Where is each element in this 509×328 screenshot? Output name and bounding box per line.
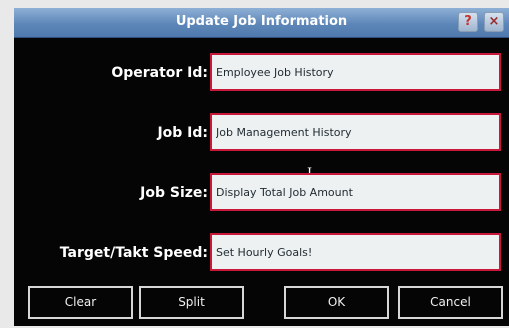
target-speed-label: Target/Takt Speed: <box>59 245 208 261</box>
job-size-input[interactable] <box>210 173 501 211</box>
split-button[interactable]: Split <box>139 286 244 319</box>
job-size-label: Job Size: <box>140 185 208 201</box>
target-speed-input[interactable] <box>210 233 501 271</box>
cancel-button[interactable]: Cancel <box>398 286 503 319</box>
ok-button[interactable]: OK <box>284 286 389 319</box>
operator-id-label: Operator Id: <box>111 65 208 81</box>
operator-id-input[interactable] <box>210 53 501 91</box>
update-job-dialog: Update Job Information ? × Operator Id: … <box>14 8 509 326</box>
job-id-label: Job Id: <box>157 125 208 141</box>
close-button[interactable]: × <box>484 12 504 32</box>
dialog-titlebar: Update Job Information ? × <box>14 8 509 38</box>
dialog-title: Update Job Information <box>175 14 348 29</box>
help-button[interactable]: ? <box>458 12 478 32</box>
job-id-input[interactable] <box>210 113 501 151</box>
clear-button[interactable]: Clear <box>28 286 133 319</box>
